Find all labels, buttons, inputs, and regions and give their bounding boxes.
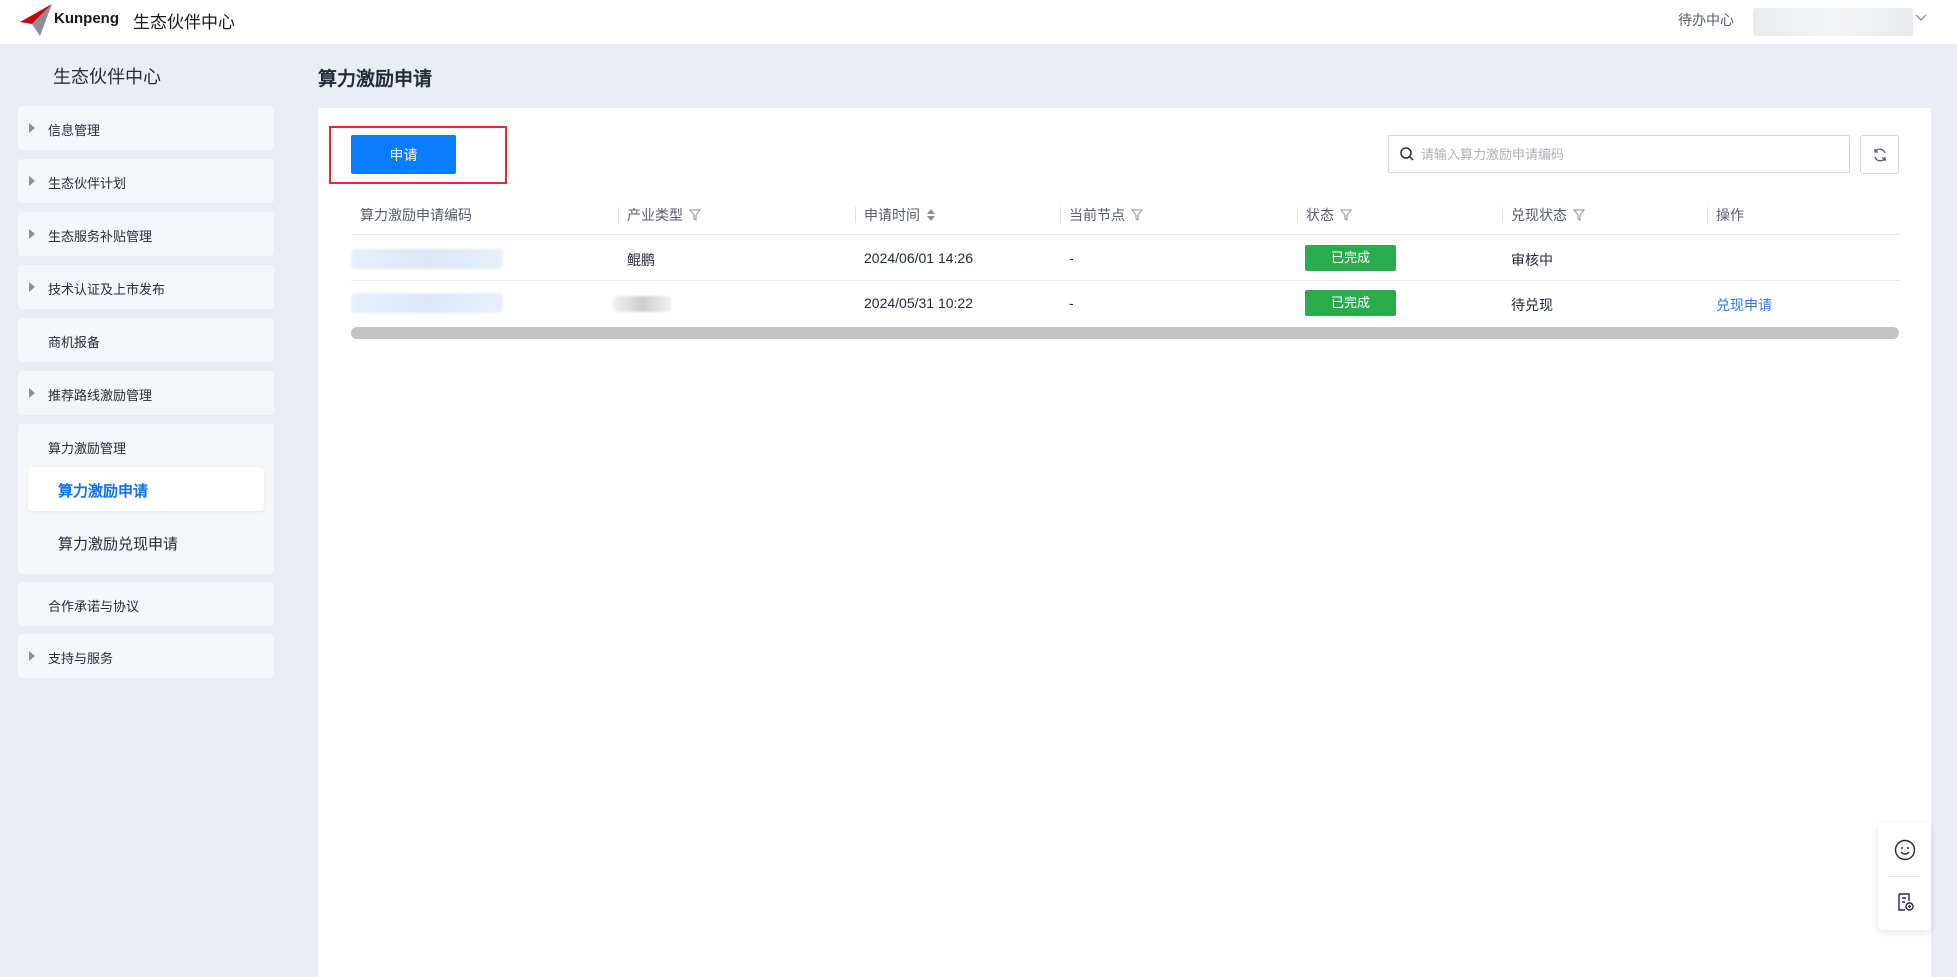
- caret-right-icon: [29, 282, 35, 292]
- sidebar-item-compute-incentive-redeem[interactable]: 算力激励兑现申请: [28, 520, 264, 564]
- user-account-menu[interactable]: [1753, 8, 1913, 36]
- column-header-industry-type: 产业类型: [627, 204, 701, 226]
- column-header-label: 产业类型: [627, 207, 683, 223]
- sidebar-title: 生态伙伴中心: [53, 67, 161, 87]
- floating-toolbar: [1878, 823, 1931, 930]
- sidebar-item-label: 信息管理: [48, 123, 101, 138]
- caret-right-icon: [29, 176, 35, 186]
- sidebar-item-label: 算力激励兑现申请: [58, 536, 179, 553]
- caret-right-icon: [29, 123, 35, 133]
- column-header-label: 状态: [1306, 207, 1334, 223]
- table-cell-redeem-status: 审核中: [1511, 252, 1553, 268]
- table-cell-time: 2024/06/01 14:26: [864, 250, 973, 266]
- sidebar-item-label: 生态伙伴计划: [48, 176, 127, 191]
- column-header-label: 申请时间: [864, 207, 920, 223]
- column-header-code: 算力激励申请编码: [360, 204, 472, 226]
- filter-icon[interactable]: [689, 209, 701, 221]
- refresh-icon: [1874, 148, 1886, 162]
- table-cell-node: -: [1069, 295, 1074, 311]
- sidebar-item-support-service[interactable]: 支持与服务: [18, 634, 274, 678]
- sidebar-item-opportunity-report[interactable]: 商机报备: [18, 318, 274, 362]
- sidebar-item-compute-incentive-apply[interactable]: 算力激励申请: [28, 467, 264, 511]
- column-header-redeem-status: 兑现状态: [1511, 204, 1585, 226]
- column-divider: [1707, 207, 1708, 223]
- search-icon: [1400, 147, 1414, 161]
- redacted-code[interactable]: [351, 293, 503, 313]
- sidebar-item-route-incentive[interactable]: 推荐路线激励管理: [18, 371, 274, 415]
- kunpeng-logo-icon[interactable]: [18, 2, 54, 38]
- refresh-button[interactable]: [1860, 135, 1899, 174]
- sidebar-item-label: 商机报备: [48, 335, 101, 350]
- table-cell-redeem-status: 待兑现: [1511, 297, 1553, 313]
- column-header-label: 操作: [1716, 207, 1744, 223]
- column-header-apply-time: 申请时间: [864, 204, 936, 226]
- redeem-apply-link[interactable]: 兑现申请: [1716, 295, 1772, 315]
- sidebar-item-cooperation-agreement[interactable]: 合作承诺与协议: [18, 582, 274, 626]
- search-box[interactable]: [1388, 135, 1850, 173]
- sidebar-item-label: 算力激励管理: [48, 441, 127, 456]
- page-title: 算力激励申请: [318, 69, 433, 90]
- sidebar-group-compute-incentive: 算力激励管理 算力激励申请 算力激励兑现申请: [18, 424, 274, 574]
- sidebar-item-compute-incentive-management[interactable]: 算力激励管理: [18, 424, 274, 468]
- table-header-divider: [351, 234, 1899, 235]
- apply-button[interactable]: 申请: [351, 135, 456, 174]
- top-header: Kunpeng 生态伙伴中心 待办中心: [0, 0, 1957, 44]
- sidebar-item-service-subsidy[interactable]: 生态服务补贴管理: [18, 212, 274, 256]
- sort-icon[interactable]: [926, 208, 936, 222]
- status-badge: 已完成: [1305, 245, 1396, 271]
- filter-icon[interactable]: [1340, 209, 1352, 221]
- horizontal-scrollbar[interactable]: [351, 327, 1899, 339]
- column-header-current-node: 当前节点: [1069, 204, 1143, 226]
- column-divider: [1297, 207, 1298, 223]
- filter-icon[interactable]: [1131, 209, 1143, 221]
- column-divider: [1060, 207, 1061, 223]
- caret-right-icon: [29, 388, 35, 398]
- column-divider: [855, 207, 856, 223]
- status-badge: 已完成: [1305, 290, 1396, 316]
- sidebar-item-tech-certification[interactable]: 技术认证及上市发布: [18, 265, 274, 309]
- todo-center-link[interactable]: 待办中心: [1678, 10, 1734, 30]
- table-row-divider: [351, 280, 1899, 281]
- column-header-label: 兑现状态: [1511, 207, 1567, 223]
- column-header-label: 当前节点: [1069, 207, 1125, 223]
- table-cell-type: 鲲鹏: [627, 252, 655, 268]
- chevron-down-icon[interactable]: [1914, 10, 1928, 24]
- search-input[interactable]: [1421, 144, 1841, 164]
- sidebar-item-label: 生态服务补贴管理: [48, 229, 153, 244]
- caret-right-icon: [29, 229, 35, 239]
- column-header-action: 操作: [1716, 204, 1744, 226]
- document-settings-icon[interactable]: [1893, 890, 1917, 914]
- redacted-type: [613, 296, 671, 312]
- sidebar-item-partner-program[interactable]: 生态伙伴计划: [18, 159, 274, 203]
- column-divider: [1502, 207, 1503, 223]
- filter-icon[interactable]: [1573, 209, 1585, 221]
- sidebar-item-label: 支持与服务: [48, 651, 114, 666]
- sidebar-item-label: 合作承诺与协议: [48, 599, 140, 614]
- column-divider: [618, 207, 619, 223]
- sidebar-item-label: 算力激励申请: [58, 483, 149, 500]
- table-cell-node: -: [1069, 250, 1074, 266]
- redacted-code[interactable]: [351, 249, 503, 269]
- smiley-feedback-icon[interactable]: [1893, 838, 1917, 862]
- portal-title[interactable]: 生态伙伴中心: [133, 8, 235, 33]
- table-cell-time: 2024/05/31 10:22: [864, 295, 973, 311]
- sidebar-item-label: 技术认证及上市发布: [48, 282, 166, 297]
- brand-name[interactable]: Kunpeng: [54, 10, 119, 27]
- column-header-label: 算力激励申请编码: [360, 207, 472, 223]
- sidebar-item-info-management[interactable]: 信息管理: [18, 106, 274, 150]
- sidebar-item-label: 推荐路线激励管理: [48, 388, 153, 403]
- column-header-status: 状态: [1306, 204, 1352, 226]
- caret-right-icon: [29, 651, 35, 661]
- content-panel: [318, 108, 1931, 977]
- toolbar-divider: [1888, 876, 1921, 877]
